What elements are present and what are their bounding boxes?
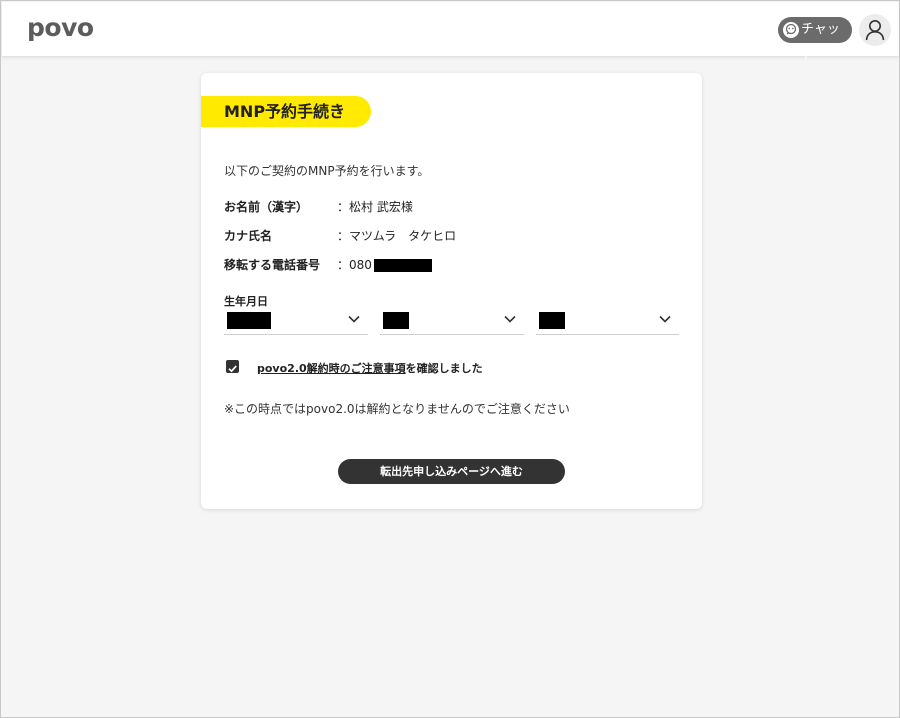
notice-text: ※この時点ではpovo2.0は解約となりませんのでご注意ください [224,402,570,416]
dob-year-select[interactable] [224,308,368,335]
phone-label: 移転する電話番号 [224,258,321,272]
chat-button[interactable]: チャット [778,17,852,63]
intro-text: 以下のご契約のMNP予約を行います。 [224,164,430,178]
agreement-checkbox[interactable] [226,360,239,373]
user-icon [865,20,885,41]
phone-value: ：080 [337,258,372,272]
top-header: povo チャット [2,2,899,63]
name-kanji-label: お名前（漢字） [224,200,309,214]
dob-month-redaction [383,312,409,329]
phone-value-group: ：080 [337,256,432,273]
mnp-card: MNP予約手続き 以下のご契約のMNP予約を行います。 お名前（漢字） ：松村 … [201,73,702,509]
chevron-down-icon [659,315,671,323]
dob-day-redaction [539,312,565,329]
browser-viewport: povo チャット MNP予約手続き 以下のご契約のMNP予約を行います。 お名… [0,0,900,718]
name-kanji-value: ：松村 武宏様 [337,200,413,214]
agreement-link[interactable]: povo2.0解約時のご注意事項 [257,362,406,375]
proceed-button[interactable]: 転出先申し込みページへ進む [338,459,565,484]
agreement-suffix: を確認しました [405,362,483,375]
phone-redaction [373,259,432,272]
name-kana-label: カナ氏名 [224,229,273,243]
povo-logo[interactable]: povo [27,13,94,42]
dob-label: 生年月日 [224,295,268,308]
page-title: MNP予約手続き [201,96,371,127]
chat-icon [783,22,799,38]
agreement-text: povo2.0解約時のご注意事項を確認しました [257,360,483,376]
chevron-down-icon [348,315,360,323]
account-button[interactable] [859,14,891,46]
dob-day-select[interactable] [536,308,679,335]
dob-year-redaction [227,312,271,329]
name-kana-value: ：マツムラ タケヒロ [337,229,457,243]
chat-button-label: チャット [801,22,840,63]
dob-month-select[interactable] [380,308,524,335]
chevron-down-icon [504,315,516,323]
check-icon [228,365,237,373]
